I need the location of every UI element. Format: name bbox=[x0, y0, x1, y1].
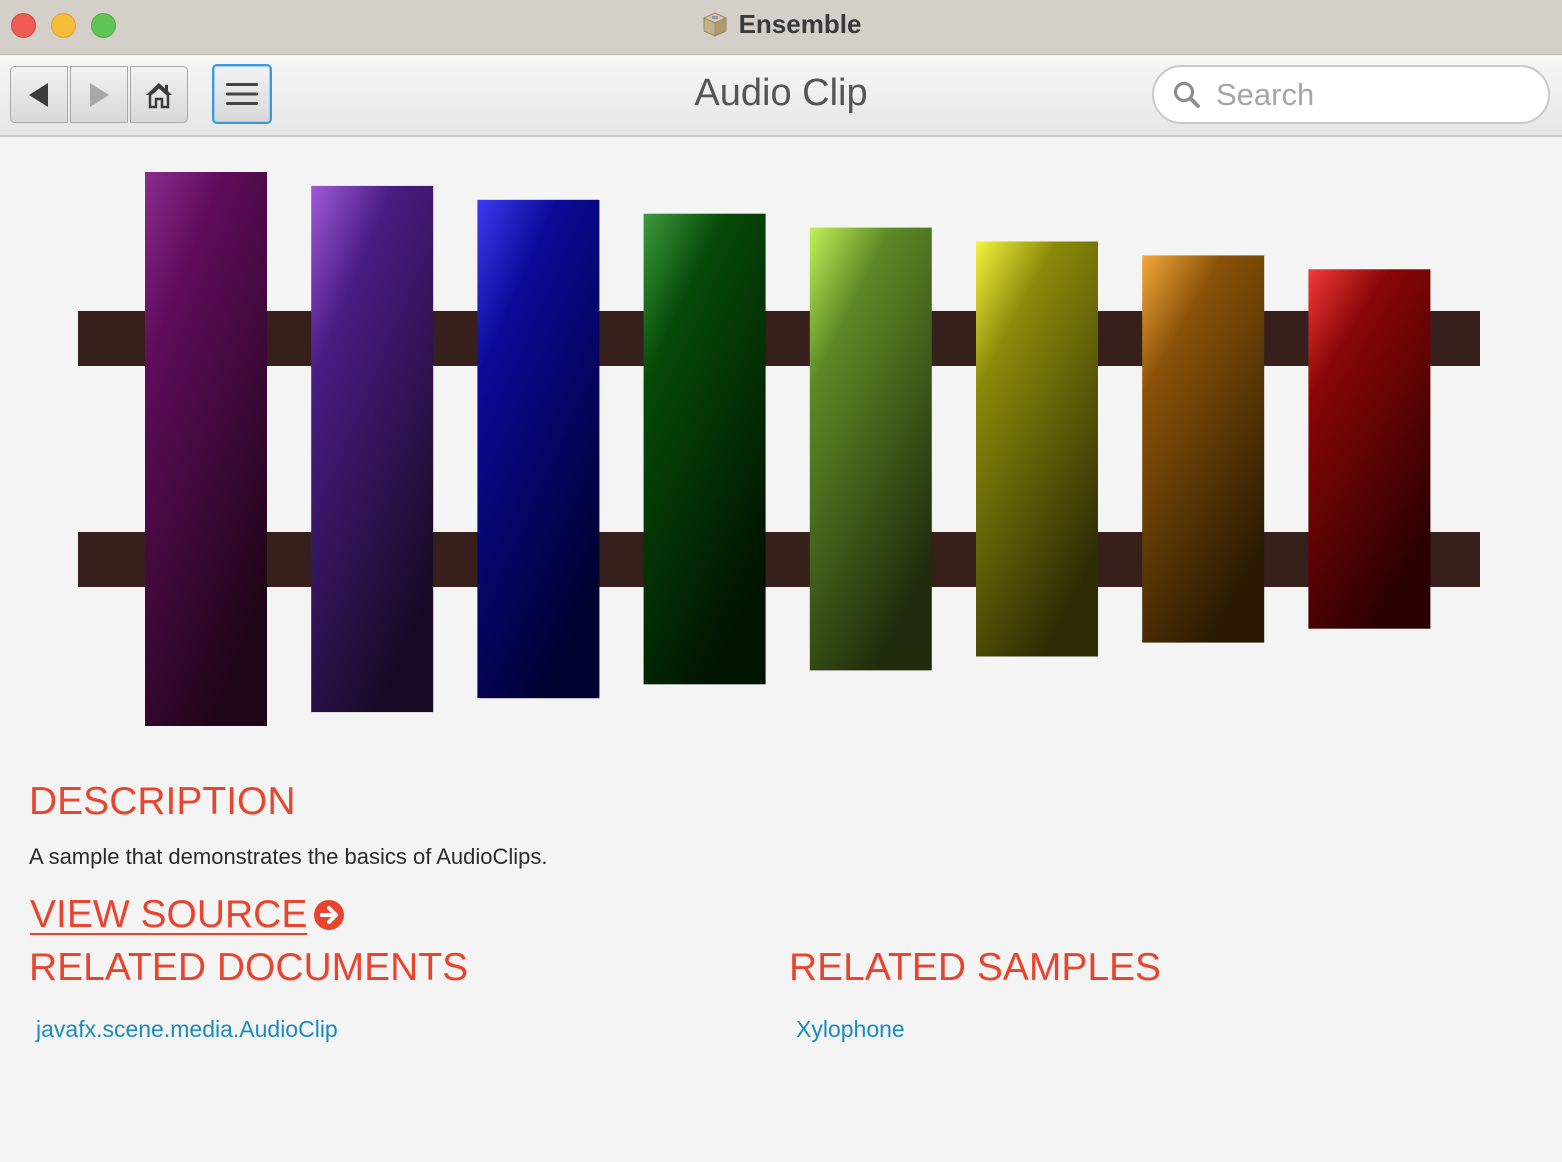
view-source-link[interactable]: VIEW SOURCE bbox=[30, 893, 345, 937]
xylophone-bar-2[interactable] bbox=[311, 185, 434, 713]
related-documents-heading: RELATED DOCUMENTS bbox=[29, 946, 469, 989]
description-text: A sample that demonstrates the basics of… bbox=[29, 844, 548, 869]
description-heading: DESCRIPTION bbox=[29, 780, 296, 823]
xylophone-bar-1[interactable] bbox=[145, 172, 267, 726]
view-source-label[interactable]: VIEW SOURCE bbox=[30, 893, 307, 937]
search-icon bbox=[1173, 81, 1200, 108]
home-button[interactable] bbox=[130, 66, 188, 123]
xylophone-bar-7[interactable] bbox=[1142, 255, 1265, 643]
xylophone-bar-8[interactable] bbox=[1308, 269, 1431, 629]
title-bar: Ensemble bbox=[0, 0, 1562, 55]
back-button[interactable] bbox=[10, 66, 68, 123]
search-box[interactable] bbox=[1152, 65, 1550, 124]
app-box-icon bbox=[702, 12, 727, 37]
hamburger-menu-icon bbox=[226, 83, 258, 105]
back-arrow-icon bbox=[29, 82, 48, 107]
search-input[interactable] bbox=[1214, 75, 1538, 114]
window-title: Ensemble bbox=[0, 9, 1562, 40]
related-samples-heading: RELATED SAMPLES bbox=[789, 946, 1162, 989]
home-icon bbox=[146, 82, 172, 108]
xylophone-rail-bottom bbox=[78, 532, 1480, 587]
app-window: Ensemble Audio Clip Search DESCRIPTION A… bbox=[0, 0, 1562, 1162]
circle-arrow-right-icon[interactable] bbox=[313, 899, 345, 931]
xylophone-rail-top bbox=[78, 311, 1480, 366]
toolbar: Audio Clip bbox=[0, 55, 1562, 137]
forward-arrow-icon bbox=[90, 82, 109, 107]
xylophone-bar-3[interactable] bbox=[477, 199, 600, 699]
menu-button[interactable] bbox=[212, 64, 272, 124]
xylophone-bar-4[interactable] bbox=[643, 213, 766, 685]
xylophone-canvas bbox=[78, 172, 1480, 726]
xylophone-bar-5[interactable] bbox=[809, 227, 932, 671]
forward-button[interactable] bbox=[70, 66, 128, 123]
xylophone-bar-6[interactable] bbox=[976, 241, 1098, 657]
related-sample-link[interactable]: Xylophone bbox=[796, 1016, 905, 1043]
app-title-text: Ensemble bbox=[738, 9, 862, 39]
related-document-link[interactable]: javafx.scene.media.AudioClip bbox=[36, 1016, 338, 1043]
